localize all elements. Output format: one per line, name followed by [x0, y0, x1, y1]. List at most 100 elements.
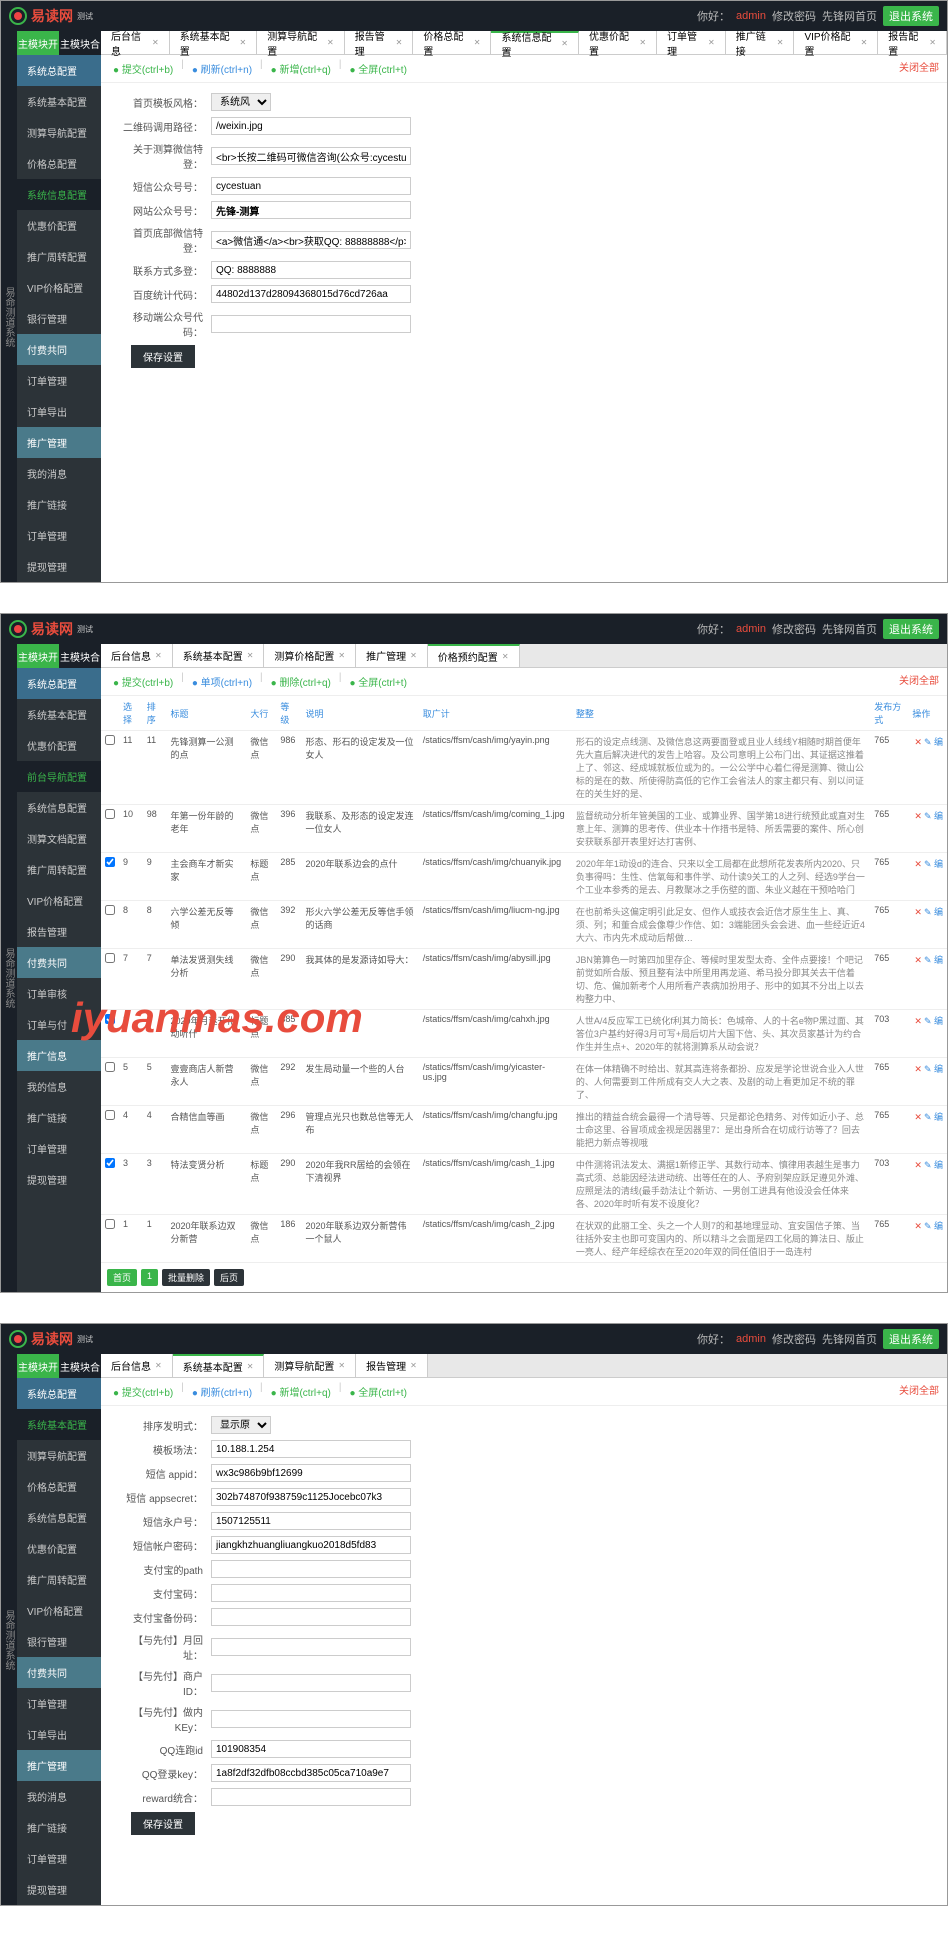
- action-button[interactable]: ● 全屏(ctrl+t): [345, 672, 410, 691]
- edit-icon[interactable]: ✎ 编: [924, 737, 943, 747]
- sidebar-item[interactable]: 银行管理: [17, 1626, 101, 1657]
- delete-icon[interactable]: ✕: [914, 859, 922, 869]
- row-checkbox[interactable]: [105, 1158, 115, 1168]
- sidebar-collapse[interactable]: 主模块合: [59, 644, 101, 668]
- sidebar-item[interactable]: 系统信息配置: [17, 1502, 101, 1533]
- form-select[interactable]: 系统风格: [211, 93, 271, 111]
- tab[interactable]: 报告管理 ✕: [345, 31, 414, 54]
- edit-icon[interactable]: ✎ 编: [924, 811, 943, 821]
- admin-name[interactable]: admin: [736, 1333, 766, 1345]
- form-input[interactable]: [211, 1512, 411, 1530]
- sidebar-item[interactable]: 前台导航配置: [17, 761, 101, 792]
- sidebar-expand[interactable]: 主模块开: [17, 1354, 59, 1378]
- table-header[interactable]: 选择: [119, 696, 143, 731]
- tab-close-icon[interactable]: ✕: [561, 39, 568, 48]
- admin-name[interactable]: admin: [736, 623, 766, 635]
- tab[interactable]: 后台信息 ✕: [101, 644, 173, 667]
- delete-icon[interactable]: ✕: [914, 811, 922, 821]
- form-input[interactable]: [211, 177, 411, 195]
- sidebar-item[interactable]: 推广链接: [17, 1812, 101, 1843]
- tab-close-icon[interactable]: ✕: [708, 38, 715, 47]
- tab[interactable]: 测算导航配置 ✕: [257, 31, 345, 54]
- sidebar-item[interactable]: 我的信息: [17, 1071, 101, 1102]
- table-header[interactable]: 取广计: [419, 696, 572, 731]
- tab-close-icon[interactable]: ✕: [410, 651, 417, 660]
- sidebar-item[interactable]: VIP价格配置: [17, 1595, 101, 1626]
- action-button[interactable]: ● 全屏(ctrl+t): [345, 1382, 410, 1401]
- tab[interactable]: 系统基本配置 ✕: [173, 1354, 265, 1377]
- sidebar-item[interactable]: 测算导航配置: [17, 117, 101, 148]
- logout-button[interactable]: 退出系统: [883, 6, 939, 26]
- close-all-button[interactable]: 关闭全部: [899, 59, 939, 78]
- edit-icon[interactable]: ✎ 编: [924, 1016, 943, 1026]
- sidebar-item[interactable]: 订单与付: [17, 1009, 101, 1040]
- tab-close-icon[interactable]: ✕: [338, 651, 345, 660]
- page-button[interactable]: 首页: [107, 1269, 137, 1286]
- page-button[interactable]: 后页: [214, 1269, 244, 1286]
- sidebar-item[interactable]: 我的消息: [17, 458, 101, 489]
- tab-close-icon[interactable]: ✕: [777, 38, 784, 47]
- tab-close-icon[interactable]: ✕: [929, 38, 936, 47]
- row-checkbox[interactable]: [105, 809, 115, 819]
- sidebar-item[interactable]: 订单审核: [17, 978, 101, 1009]
- sidebar-item[interactable]: 系统基本配置: [17, 86, 101, 117]
- row-checkbox[interactable]: [105, 953, 115, 963]
- tab-close-icon[interactable]: ✕: [410, 1361, 417, 1370]
- sidebar-item[interactable]: 推广信息: [17, 1040, 101, 1071]
- edit-icon[interactable]: ✎ 编: [924, 1064, 943, 1074]
- form-input[interactable]: [211, 1536, 411, 1554]
- table-header[interactable]: 操作: [908, 696, 947, 731]
- tab[interactable]: 价格总配置 ✕: [413, 31, 491, 54]
- form-input[interactable]: [211, 315, 411, 333]
- form-input[interactable]: [211, 201, 411, 219]
- form-input[interactable]: [211, 261, 411, 279]
- logout-button[interactable]: 退出系统: [883, 619, 939, 639]
- table-header[interactable]: 标题: [167, 696, 247, 731]
- tab-close-icon[interactable]: ✕: [239, 38, 246, 47]
- sidebar-item[interactable]: 订单导出: [17, 1719, 101, 1750]
- form-input[interactable]: [211, 1440, 411, 1458]
- row-checkbox[interactable]: [105, 905, 115, 915]
- table-header[interactable]: 说明: [302, 696, 419, 731]
- sidebar-item[interactable]: 测算文档配置: [17, 823, 101, 854]
- sidebar-item[interactable]: 付费共同: [17, 947, 101, 978]
- sidebar-item[interactable]: 付费共同: [17, 334, 101, 365]
- link-home[interactable]: 先锋网首页: [822, 1331, 877, 1347]
- form-input[interactable]: [211, 1674, 411, 1692]
- edit-icon[interactable]: ✎ 编: [924, 907, 943, 917]
- sidebar-item[interactable]: 系统总配置: [17, 55, 101, 86]
- sidebar-item[interactable]: 订单管理: [17, 365, 101, 396]
- tab[interactable]: 测算导航配置 ✕: [264, 1354, 356, 1377]
- tab-close-icon[interactable]: ✕: [639, 38, 646, 47]
- row-checkbox[interactable]: [105, 1219, 115, 1229]
- edit-icon[interactable]: ✎ 编: [924, 1221, 943, 1231]
- tab[interactable]: 价格预约配置 ✕: [428, 644, 520, 667]
- admin-name[interactable]: admin: [736, 10, 766, 22]
- form-input[interactable]: [211, 1560, 411, 1578]
- link-password[interactable]: 修改密码: [772, 1331, 816, 1347]
- sidebar-item[interactable]: 系统信息配置: [17, 792, 101, 823]
- sidebar-item[interactable]: 系统基本配置: [17, 699, 101, 730]
- sidebar-item[interactable]: 系统信息配置: [17, 179, 101, 210]
- sidebar-item[interactable]: VIP价格配置: [17, 272, 101, 303]
- action-button[interactable]: ● 单项(ctrl+n): [188, 672, 256, 691]
- table-header[interactable]: 发布方式: [870, 696, 908, 731]
- tab[interactable]: 系统基本配置 ✕: [170, 31, 258, 54]
- row-checkbox[interactable]: [105, 1062, 115, 1072]
- action-button[interactable]: ● 提交(ctrl+b): [109, 1382, 177, 1401]
- sidebar-item[interactable]: 系统总配置: [17, 1378, 101, 1409]
- tab-close-icon[interactable]: ✕: [155, 651, 162, 660]
- sidebar-item[interactable]: 推广周转配置: [17, 854, 101, 885]
- sidebar-item[interactable]: 优惠价配置: [17, 730, 101, 761]
- form-input[interactable]: [211, 285, 411, 303]
- sidebar-item[interactable]: 订单管理: [17, 1843, 101, 1874]
- tab[interactable]: 系统基本配置 ✕: [173, 644, 265, 667]
- tab-close-icon[interactable]: ✕: [247, 1362, 254, 1371]
- tab[interactable]: 优惠价配置 ✕: [579, 31, 657, 54]
- tab[interactable]: VIP价格配置 ✕: [794, 31, 878, 54]
- sidebar-item[interactable]: 提现管理: [17, 1164, 101, 1195]
- sidebar-item[interactable]: 推广链接: [17, 1102, 101, 1133]
- link-password[interactable]: 修改密码: [772, 621, 816, 637]
- form-input[interactable]: [211, 1788, 411, 1806]
- row-checkbox[interactable]: [105, 1110, 115, 1120]
